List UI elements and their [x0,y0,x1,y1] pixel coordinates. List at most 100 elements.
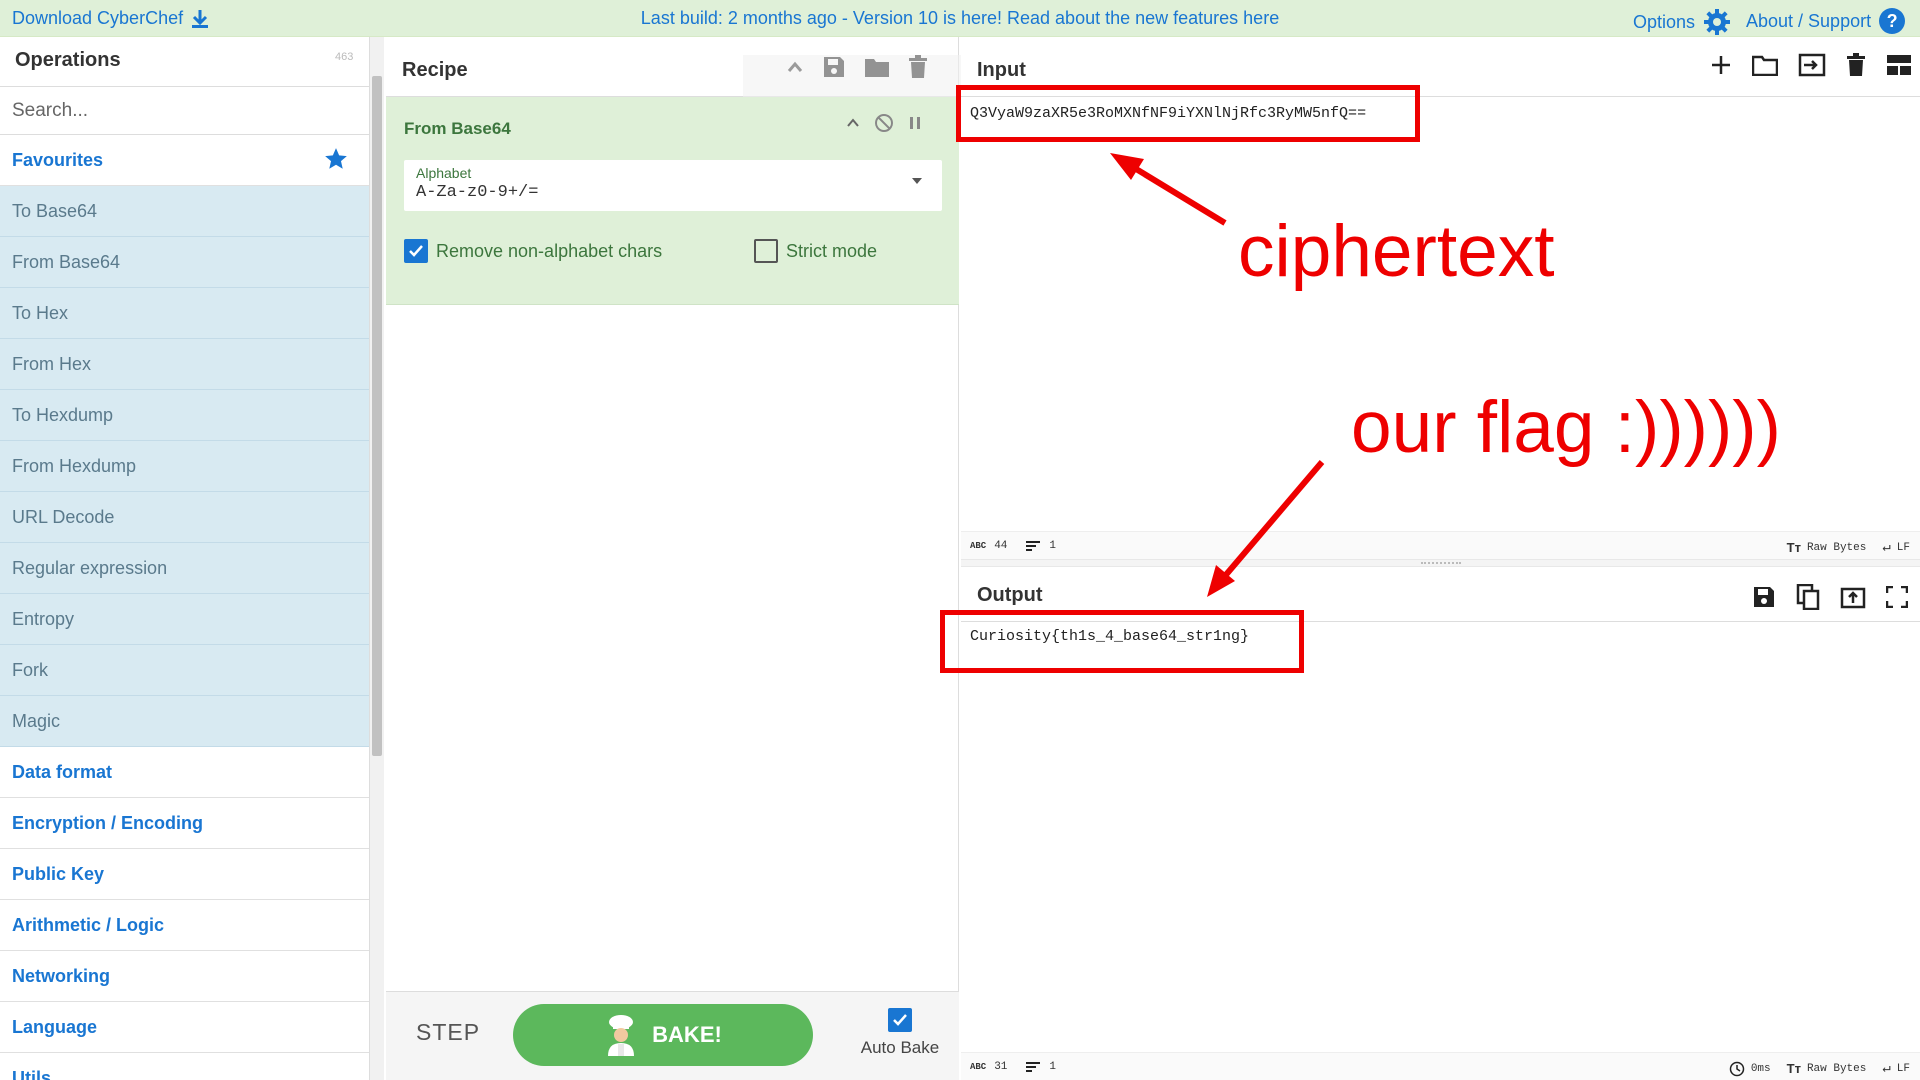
output-eol[interactable]: LF [1897,1063,1910,1075]
operation-label: Fork [12,660,48,680]
io-panel: Input Q3VyaW9zaXR5e3RoMXNfNF9iYXNlNjRfc3… [961,37,1920,1080]
add-tab-icon[interactable] [1710,54,1732,76]
category-label: Language [12,1017,98,1037]
pause-icon[interactable] [908,115,922,131]
category-favourites[interactable]: Favourites [0,135,369,186]
trash-icon[interactable] [1846,53,1866,77]
length-icon: ABC [970,541,987,551]
category-data-format[interactable]: Data format [0,747,369,798]
operation-controls [846,113,922,133]
input-status-right: Tт Raw Bytes ↵ LF [1787,539,1910,556]
category-arithmetic-logic[interactable]: Arithmetic / Logic [0,900,369,951]
operations-count: 463 [335,51,354,63]
input-length: 44 [994,540,1008,552]
checkbox-checked-icon [888,1008,912,1032]
operation-item[interactable]: To Base64 [0,186,369,237]
operation-label: Entropy [12,609,75,629]
top-banner: Download CyberChef Last build: 2 months … [0,0,1920,37]
operation-label: From Base64 [12,252,121,272]
operation-label: To Base64 [12,201,98,221]
bake-time: 0ms [1750,1062,1771,1075]
copy-icon[interactable] [1796,584,1820,610]
alphabet-label: Alphabet [416,165,472,181]
replace-input-icon[interactable] [1840,585,1866,609]
operation-label: From Hexdump [12,456,137,476]
operation-item[interactable]: To Hex [0,288,369,339]
length-icon: ABC [970,1062,987,1072]
banner-message-wrap: Last build: 2 months ago - Version 10 is… [0,8,1920,29]
input-encoding[interactable]: Raw Bytes [1807,542,1866,554]
input-text[interactable]: Q3VyaW9zaXR5e3RoMXNfNF9iYXNlNjRfc3RyMW5n… [970,105,1366,122]
remove-non-alphabet-checkbox[interactable]: Remove non-alphabet chars [404,239,662,263]
pane-divider[interactable] [961,559,1920,567]
chevron-up-icon[interactable] [846,117,860,129]
download-cyberchef-link[interactable]: Download CyberChef [12,8,209,29]
input-stats: ABC 44 1 [970,540,1056,552]
operation-item[interactable]: From Hexdump [0,441,369,492]
output-status-right: 0ms Tт Raw Bytes ↵ LF [1729,1060,1910,1077]
text-encoding-icon[interactable]: Tт [1787,540,1801,555]
input-textarea[interactable] [961,97,1920,567]
operation-item[interactable]: To Hexdump [0,390,369,441]
dropdown-arrow-icon [912,178,922,184]
search-input[interactable] [0,87,369,134]
fullscreen-icon[interactable] [1886,586,1908,608]
step-button[interactable]: STEP [416,1019,480,1046]
input-status-bar: ABC 44 1 Tт Raw Bytes ↵ LF [961,531,1920,559]
output-title: Output [977,584,1043,606]
category-label: Arithmetic / Logic [12,915,165,935]
bake-button[interactable]: BAKE! [513,1004,813,1066]
category-encryption-encoding[interactable]: Encryption / Encoding [0,798,369,849]
about-support-button[interactable]: About / Support ? [1746,8,1906,34]
operations-scrollbar-thumb[interactable] [372,76,382,756]
operation-item[interactable]: URL Decode [0,492,369,543]
input-header: Input [961,37,1920,97]
auto-bake-checkbox[interactable]: Auto Bake [850,1008,950,1058]
strict-mode-checkbox[interactable]: Strict mode [754,239,877,263]
operation-label: To Hexdump [12,405,114,425]
strict-label: Strict mode [786,240,878,261]
text-encoding-icon[interactable]: Tт [1787,1061,1801,1076]
open-folder-icon[interactable] [1752,54,1778,76]
input-lines: 1 [1049,540,1057,552]
eol-icon[interactable]: ↵ [1882,539,1890,556]
operation-item[interactable]: Magic [0,696,369,747]
category-networking[interactable]: Networking [0,951,369,1002]
operation-item[interactable]: From Hex [0,339,369,390]
output-text[interactable]: Curiosity{th1s_4_base64_str1ng} [970,628,1249,645]
operation-item[interactable]: Regular expression [0,543,369,594]
input-eol[interactable]: LF [1897,542,1910,554]
operation-item[interactable]: Fork [0,645,369,696]
category-utils[interactable]: Utils [0,1053,369,1080]
operation-item[interactable]: Entropy [0,594,369,645]
save-icon[interactable] [1752,585,1776,609]
load-file-icon[interactable] [1798,53,1826,77]
banner-message[interactable]: Last build: 2 months ago - Version 10 is… [641,8,1279,28]
gear-icon [1704,9,1731,35]
options-label: Options [1633,11,1696,32]
options-button[interactable]: Options [1633,8,1731,36]
about-label: About / Support [1746,10,1872,31]
output-toolbar [1752,584,1908,610]
category-label: Favourites [12,150,104,170]
category-language[interactable]: Language [0,1002,369,1053]
output-header: Output [961,567,1920,622]
input-toolbar [1710,53,1912,77]
eol-icon[interactable]: ↵ [1882,1060,1890,1077]
output-encoding[interactable]: Raw Bytes [1807,1063,1866,1075]
lines-icon [1026,1062,1041,1072]
output-stats: ABC 31 1 [970,1061,1056,1073]
operations-title: Operations [15,49,121,71]
recipe-operation-card[interactable]: From Base64 Alphabet A-Za-z0-9+/= Remove… [386,97,959,305]
category-public-key[interactable]: Public Key [0,849,369,900]
layout-icon[interactable] [1886,54,1912,76]
alphabet-select[interactable]: Alphabet A-Za-z0-9+/= [404,160,942,211]
operation-label: Magic [12,711,61,731]
operations-panel: Operations 463 Favourites To Base64 From… [0,37,370,1080]
remove-label: Remove non-alphabet chars [436,240,663,261]
category-label: Encryption / Encoding [12,813,204,833]
star-icon [325,148,347,169]
disable-icon[interactable] [874,113,894,133]
operation-item[interactable]: From Base64 [0,237,369,288]
recipe-title: Recipe [402,59,468,81]
